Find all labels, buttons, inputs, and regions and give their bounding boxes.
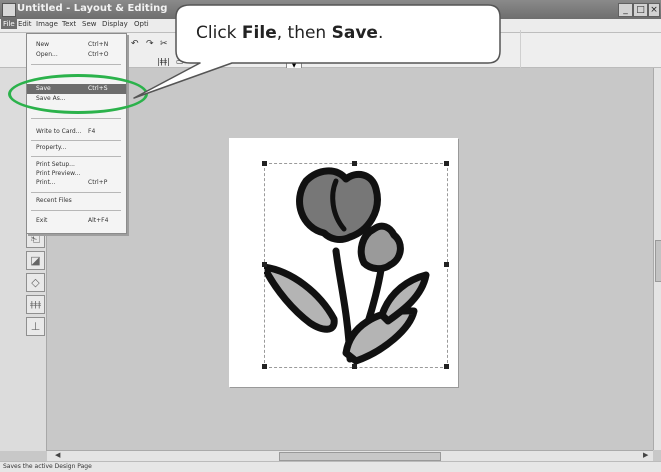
menu-item-write-to-card[interactable]: Write to Card... F4 — [27, 127, 126, 137]
window-title: Untitled - Layout & Editing — [17, 3, 168, 14]
resize-handle[interactable] — [444, 262, 449, 267]
horizontal-scroll-thumb[interactable] — [279, 452, 441, 461]
menu-separator — [31, 156, 121, 157]
menu-item-exit[interactable]: Exit Alt+F4 — [27, 216, 126, 226]
diamond-icon[interactable]: ◇ — [26, 273, 45, 292]
menu-separator — [31, 64, 121, 65]
menu-separator — [31, 118, 121, 119]
menu-edit[interactable]: Edit — [18, 20, 32, 28]
resize-handle[interactable] — [262, 161, 267, 166]
menu-item-open[interactable]: Open... Ctrl+O — [27, 50, 126, 60]
callout-suffix: . — [377, 23, 384, 43]
horizontal-scrollbar[interactable]: ◀ ▶ — [47, 450, 653, 461]
close-icon[interactable]: × — [648, 3, 660, 17]
menu-sew[interactable]: Sew — [82, 20, 96, 28]
callout-file: File — [241, 23, 277, 43]
highlight-ring — [8, 74, 148, 114]
vertical-scrollbar[interactable] — [653, 68, 661, 450]
shape-icon[interactable]: ◪ — [26, 251, 45, 270]
resize-handle[interactable] — [444, 364, 449, 369]
resize-handle[interactable] — [262, 262, 267, 267]
status-text: Saves the active Design Page — [3, 463, 92, 470]
menu-options[interactable]: Opti — [134, 20, 149, 28]
file-menu: New Ctrl+N Open... Ctrl+O Save Ctrl+S Sa… — [26, 33, 127, 234]
status-bar: Saves the active Design Page — [0, 461, 661, 472]
menu-item-property[interactable]: Property... — [27, 143, 126, 153]
vertical-scroll-thumb[interactable] — [655, 240, 661, 282]
menu-separator — [31, 210, 121, 211]
stamp-icon[interactable]: ⊥ — [26, 317, 45, 336]
selection-box — [264, 163, 448, 368]
resize-handle[interactable] — [352, 161, 357, 166]
minimize-icon[interactable]: _ — [618, 3, 633, 17]
callout-instruction: Click File, then Save. — [196, 23, 383, 43]
menu-display[interactable]: Display — [102, 20, 128, 28]
callout-prefix: Click — [196, 23, 242, 43]
menu-file[interactable]: File — [1, 19, 17, 29]
menu-item-recent-files[interactable]: Recent Files — [27, 196, 126, 206]
title-bar: Untitled - Layout & Editing _ □ × — [0, 0, 661, 19]
resize-handle[interactable] — [444, 161, 449, 166]
menu-text[interactable]: Text — [62, 20, 76, 28]
callout-middle: , then — [276, 23, 332, 43]
menu-separator — [31, 192, 121, 193]
menu-item-new[interactable]: New Ctrl+N — [27, 40, 126, 50]
undo-icon[interactable]: ↶ — [131, 39, 139, 49]
resize-handle[interactable] — [262, 364, 267, 369]
stitch-tool-icon[interactable]: ǂǂǂ — [26, 295, 45, 314]
app-icon — [2, 3, 16, 17]
scroll-right-icon[interactable]: ▶ — [643, 451, 648, 459]
resize-handle[interactable] — [352, 364, 357, 369]
menu-item-print[interactable]: Print... Ctrl+P — [27, 178, 126, 188]
menu-image[interactable]: Image — [36, 20, 58, 28]
scroll-left-icon[interactable]: ◀ — [55, 451, 60, 459]
maximize-icon[interactable]: □ — [633, 3, 648, 17]
callout-save: Save — [331, 23, 378, 43]
menu-separator — [31, 140, 121, 141]
